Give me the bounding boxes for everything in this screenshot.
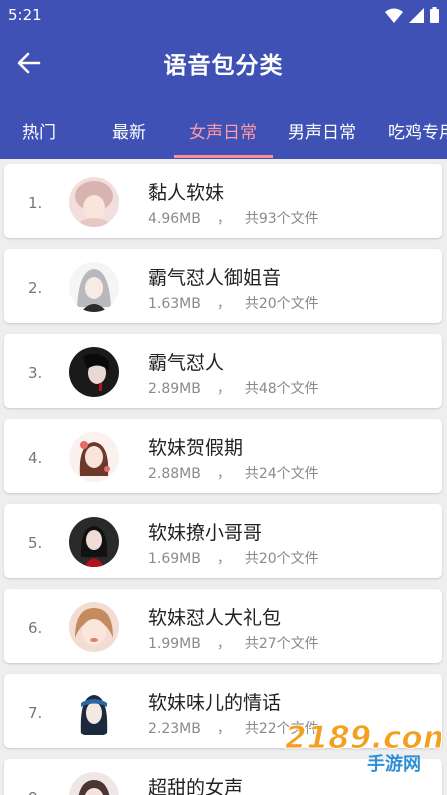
item-name: 黏人软妹 xyxy=(148,182,225,204)
item-separator: ， xyxy=(216,211,231,227)
watermark-sub: 手游网 xyxy=(367,753,421,775)
item-rank: 4. xyxy=(28,449,43,467)
item-separator: ， xyxy=(216,466,231,482)
tab-female-daily[interactable]: 女声日常 xyxy=(189,118,257,143)
avatar xyxy=(69,772,119,795)
avatar xyxy=(69,687,119,737)
status-icons xyxy=(385,7,439,23)
item-name: 软妹撩小哥哥 xyxy=(148,522,263,544)
item-size: 1.63MB xyxy=(148,296,201,312)
list-item[interactable]: 3. 霸气怼人 2.89MB ， 共48个文件 xyxy=(4,334,442,408)
item-name: 软妹怼人大礼包 xyxy=(148,607,282,629)
item-file-count: 共48个文件 xyxy=(244,381,319,397)
item-rank: 6. xyxy=(28,619,43,637)
list-item[interactable]: 1. 黏人软妹 4.96MB ， 共93个文件 xyxy=(4,164,442,238)
item-separator: ， xyxy=(216,636,231,652)
item-meta: 1.63MB ， 共20个文件 xyxy=(148,293,319,313)
voice-pack-list: 1. 黏人软妹 4.96MB ， 共93个文件 2. 霸气怼人御姐音 1.63MB ，… xyxy=(0,159,447,795)
status-bar: 5:21 xyxy=(0,0,447,30)
item-separator: ， xyxy=(216,551,231,567)
watermark-brand: 2189.com xyxy=(285,720,441,756)
tab-hot[interactable]: 热门 xyxy=(22,118,56,143)
tab-pubg[interactable]: 吃鸡专用 xyxy=(388,118,447,143)
wifi-icon xyxy=(385,8,403,23)
item-separator: ， xyxy=(216,381,231,397)
list-item[interactable]: 2. 霸气怼人御姐音 1.63MB ， 共20个文件 xyxy=(4,249,442,323)
avatar xyxy=(69,347,119,397)
item-meta: 1.99MB ， 共27个文件 xyxy=(148,633,319,653)
list-item[interactable]: 6. 软妹怼人大礼包 1.99MB ， 共27个文件 xyxy=(4,589,442,663)
item-rank: 3. xyxy=(28,364,43,382)
tab-male-daily[interactable]: 男声日常 xyxy=(288,118,356,143)
item-size: 2.89MB xyxy=(148,381,201,397)
item-rank: 8. xyxy=(28,789,42,795)
app-header: 5:21 语音包分类 热门 最新 女声日常 男声日常 吃鸡专用 xyxy=(0,0,447,159)
tab-latest[interactable]: 最新 xyxy=(112,118,146,143)
page-title: 语音包分类 xyxy=(163,53,284,79)
item-name: 软妹贺假期 xyxy=(148,437,244,459)
item-size: 1.99MB xyxy=(148,636,201,652)
item-name: 超甜的女声 xyxy=(148,777,244,795)
item-name: 霸气怼人御姐音 xyxy=(148,267,282,289)
tab-indicator xyxy=(174,155,273,158)
item-separator: ， xyxy=(216,296,231,312)
signal-icon xyxy=(409,7,424,23)
item-rank: 5. xyxy=(28,534,43,552)
status-time: 5:21 xyxy=(8,6,42,24)
avatar xyxy=(69,517,119,567)
item-file-count: 共93个文件 xyxy=(244,211,319,227)
item-rank: 1. xyxy=(28,194,43,212)
item-meta: 2.88MB ， 共24个文件 xyxy=(148,463,319,483)
item-meta: 2.89MB ， 共48个文件 xyxy=(148,378,319,398)
list-item[interactable]: 4. 软妹贺假期 2.88MB ， 共24个文件 xyxy=(4,419,442,493)
avatar xyxy=(69,177,119,227)
item-file-count: 共20个文件 xyxy=(244,551,319,567)
item-size: 2.88MB xyxy=(148,466,201,482)
item-meta: 1.69MB ， 共20个文件 xyxy=(148,548,319,568)
toolbar: 语音包分类 xyxy=(0,30,447,98)
item-file-count: 共24个文件 xyxy=(244,466,319,482)
item-file-count: 共20个文件 xyxy=(244,296,319,312)
item-size: 4.96MB xyxy=(148,211,201,227)
avatar xyxy=(69,432,119,482)
item-rank: 7. xyxy=(28,704,43,722)
item-name: 霸气怼人 xyxy=(148,352,225,374)
avatar xyxy=(69,262,119,312)
item-separator: ， xyxy=(216,721,231,737)
category-tabs: 热门 最新 女声日常 男声日常 吃鸡专用 xyxy=(0,102,447,159)
item-rank: 2. xyxy=(28,279,43,297)
item-file-count: 共27个文件 xyxy=(244,636,319,652)
battery-icon xyxy=(430,7,439,23)
item-meta: 4.96MB ， 共93个文件 xyxy=(148,208,319,228)
item-size: 2.23MB xyxy=(148,721,201,737)
item-name: 软妹味儿的情话 xyxy=(148,692,282,714)
site-watermark: 2189.com 手游网 xyxy=(285,720,441,776)
avatar xyxy=(69,602,119,652)
list-item[interactable]: 5. 软妹撩小哥哥 1.69MB ， 共20个文件 xyxy=(4,504,442,578)
item-size: 1.69MB xyxy=(148,551,201,567)
